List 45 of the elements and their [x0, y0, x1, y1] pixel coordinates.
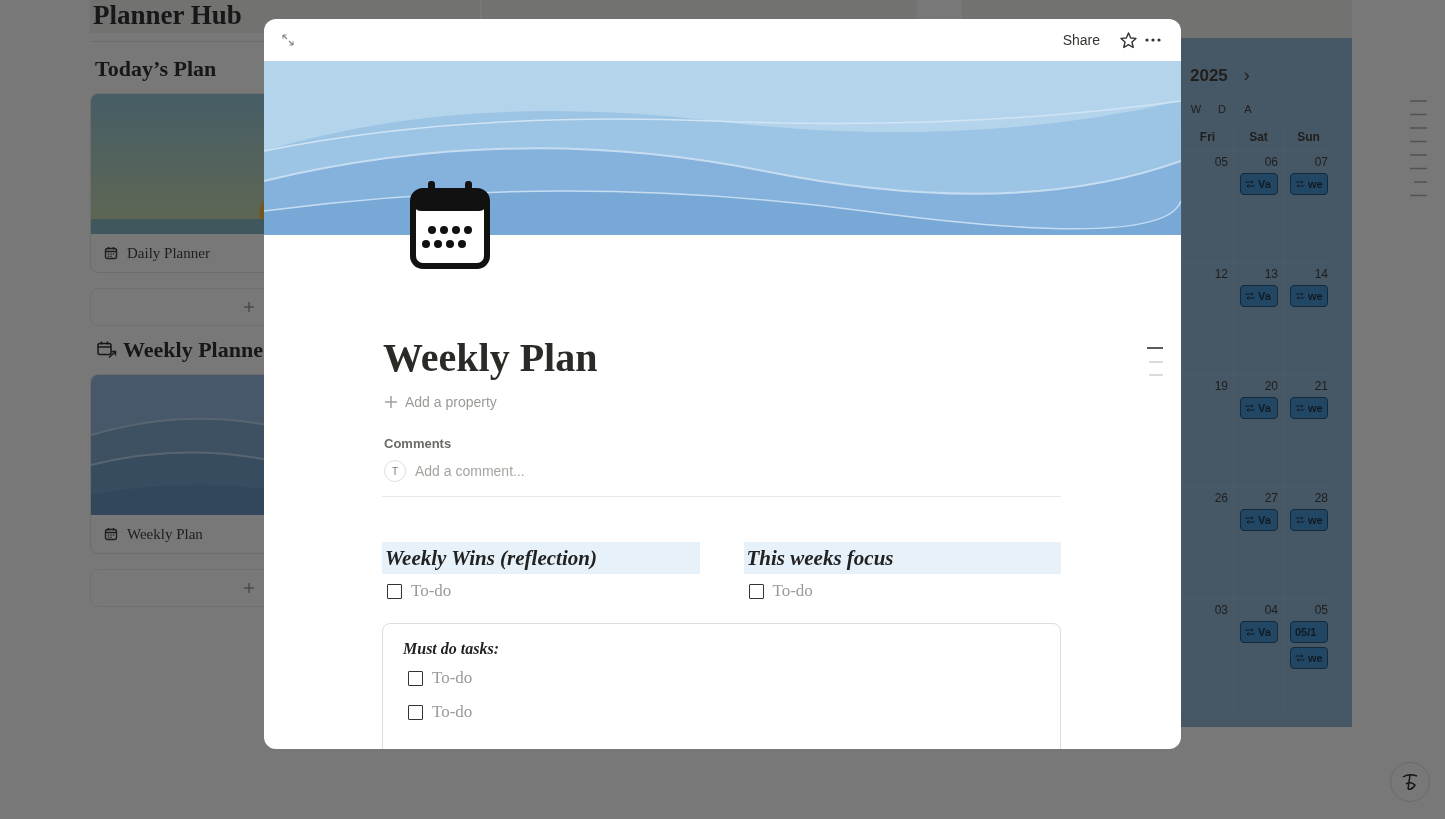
date-number: 14 — [1314, 267, 1328, 283]
callout-heading: Must do tasks: — [403, 640, 501, 658]
event-chip[interactable]: Va — [1240, 509, 1278, 531]
next-month-button[interactable]: › — [1239, 65, 1254, 86]
calendar-year: 2025 — [1190, 65, 1228, 86]
date-number: 20 — [1264, 379, 1278, 395]
date-number: 06 — [1264, 155, 1278, 171]
weekday-label: Sat — [1233, 125, 1283, 150]
event-chip[interactable]: Va — [1240, 173, 1278, 195]
date-number: 21 — [1314, 379, 1328, 395]
card-title: Daily Planner — [127, 244, 210, 262]
date-number: 28 — [1314, 491, 1328, 507]
event-chip[interactable]: we — [1290, 173, 1328, 195]
date-number: 05 — [1214, 155, 1228, 171]
todo-text: To-do — [772, 581, 813, 601]
date-number: 26 — [1214, 491, 1228, 507]
date-number: 07 — [1314, 155, 1328, 171]
date-number: 04 — [1264, 603, 1278, 619]
card-title: Weekly Plan — [127, 525, 203, 543]
date-number: 03 — [1214, 603, 1228, 619]
event-chip[interactable]: we — [1290, 397, 1328, 419]
weekday-label: Sun — [1283, 125, 1333, 150]
todo-text: To-do — [432, 702, 473, 722]
date-number: 12 — [1214, 267, 1228, 283]
column-heading: This weeks focus — [743, 542, 1061, 574]
date-number: 05 — [1314, 603, 1328, 619]
add-property-button[interactable]: Add a property — [382, 390, 504, 414]
column-heading: Weekly Wins (reflection) — [382, 542, 700, 574]
event-chip[interactable]: Va — [1240, 285, 1278, 307]
section-heading: Today’s Plan — [95, 56, 217, 82]
comments-label: Comments — [383, 436, 453, 451]
event-chip[interactable]: we — [1290, 509, 1328, 531]
todo-text: To-do — [411, 581, 452, 601]
event-chip[interactable]: we — [1290, 647, 1328, 669]
event-chip[interactable]: Va — [1240, 621, 1278, 643]
date-number: 27 — [1264, 491, 1278, 507]
page-title: Weekly Plan — [383, 334, 599, 382]
event-chip[interactable]: we — [1290, 285, 1328, 307]
todo-text: To-do — [432, 668, 473, 688]
share-button[interactable]: Share — [1058, 29, 1104, 51]
section-heading: Weekly Planne — [123, 337, 263, 363]
date-number: 19 — [1214, 379, 1228, 395]
event-chip[interactable]: 05/1 — [1290, 621, 1328, 643]
date-number: 13 — [1264, 267, 1278, 283]
event-chip[interactable]: Va — [1240, 397, 1278, 419]
